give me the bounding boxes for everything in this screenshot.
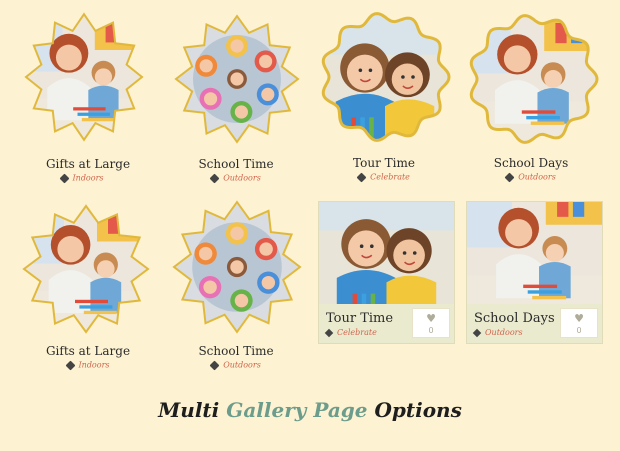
item-title[interactable]: School Days [451,156,611,170]
card-title[interactable]: School Days [474,311,555,326]
item-tag[interactable]: Indoors [2,173,162,183]
footer-word-options: Options [374,398,462,422]
footer-word-gallery-page: Gallery Page [226,398,368,422]
starburst-photo-frame[interactable] [24,12,144,142]
tag-label[interactable]: Indoors [73,174,104,183]
card-tag[interactable]: Outdoors [472,328,523,338]
scalloped-photo-frame[interactable] [466,12,600,146]
like-button[interactable]: ♥ 0 [412,308,450,338]
heart-icon: ♥ [574,312,584,325]
tag-icon [65,360,75,370]
like-button[interactable]: ♥ 0 [560,308,598,338]
tag-label[interactable]: Outdoors [518,173,556,182]
tag-icon [472,328,482,338]
tag-label[interactable]: Celebrate [370,173,410,182]
tag-icon [504,172,515,182]
tag-icon [209,360,220,370]
item-tag[interactable]: Outdoors [156,360,316,370]
item-title[interactable]: School Time [156,344,316,358]
item-tag[interactable]: Outdoors [451,172,611,182]
starburst-photo-frame[interactable] [172,200,302,334]
tag-label[interactable]: Outdoors [223,361,261,370]
tag-label[interactable]: Outdoors [485,328,523,337]
gallery-card[interactable]: Tour Time Celebrate ♥ 0 [318,201,455,344]
footer-heading: Multi Gallery Page Options [0,398,620,422]
tag-icon [209,173,220,183]
tag-icon [356,172,367,182]
starburst-photo-frame[interactable] [174,14,300,144]
card-title[interactable]: Tour Time [326,311,393,326]
like-count: 0 [428,326,434,335]
item-tag[interactable]: Celebrate [304,172,464,182]
tag-label[interactable]: Outdoors [223,174,261,183]
item-title[interactable]: Tour Time [304,156,464,170]
tag-icon [59,173,69,183]
item-title[interactable]: Gifts at Large [8,344,168,358]
card-photo[interactable] [467,202,602,304]
like-count: 0 [576,326,582,335]
card-photo[interactable] [319,202,454,304]
item-title[interactable]: School Time [156,157,316,171]
tag-label[interactable]: Indoors [79,361,110,370]
starburst-photo-frame[interactable] [22,204,150,334]
scalloped-photo-frame[interactable] [318,10,452,144]
tag-label[interactable]: Celebrate [337,328,377,337]
tag-icon [324,328,334,338]
item-title[interactable]: Gifts at Large [8,157,168,171]
heart-icon: ♥ [426,312,436,325]
item-tag[interactable]: Indoors [8,360,168,370]
gallery-card[interactable]: School Days Outdoors ♥ 0 [466,201,603,344]
card-tag[interactable]: Celebrate [324,328,377,338]
item-tag[interactable]: Outdoors [156,173,316,183]
footer-word-multi: Multi [158,398,220,422]
